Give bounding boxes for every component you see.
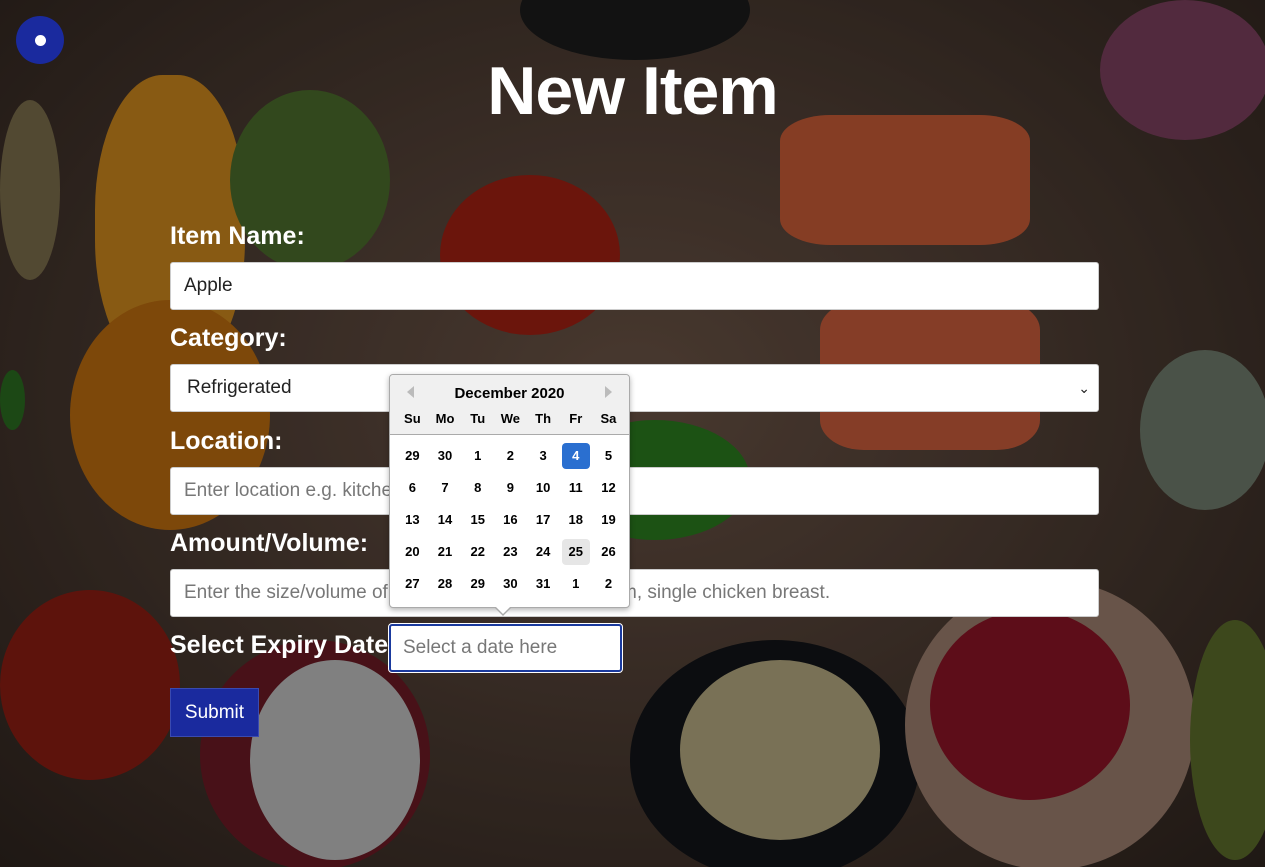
weekday-row: Su Mo Tu We Th Fr Sa xyxy=(396,411,625,426)
calendar-day[interactable]: 7 xyxy=(431,475,459,501)
calendar-day[interactable]: 28 xyxy=(431,571,459,597)
datepicker-day-grid: 29 30 1 2 3 4 5 6 7 8 9 10 11 12 13 14 15 16 17 18 19 20 21 22 2… xyxy=(396,443,625,603)
calendar-day[interactable]: 1 xyxy=(464,443,492,469)
item-name-input[interactable]: Apple xyxy=(170,262,1099,310)
location-label: Location: xyxy=(170,427,283,455)
calendar-day[interactable]: 23 xyxy=(496,539,524,565)
submit-button[interactable]: Submit xyxy=(170,688,259,737)
calendar-day[interactable]: 30 xyxy=(431,443,459,469)
datepicker-month-label: December 2020 xyxy=(454,385,565,402)
location-placeholder: Enter location e.g. kitche xyxy=(184,480,393,501)
calendar-day[interactable]: 26 xyxy=(594,539,622,565)
weekday-label: We xyxy=(500,411,521,426)
calendar-day[interactable]: 24 xyxy=(529,539,557,565)
calendar-day[interactable]: 9 xyxy=(496,475,524,501)
amount-input[interactable]: Enter the size/volume of m, single chick… xyxy=(170,569,1099,617)
calendar-week-row: 27 28 29 30 31 1 2 xyxy=(396,571,625,603)
calendar-day[interactable]: 15 xyxy=(464,507,492,533)
calendar-day[interactable]: 16 xyxy=(496,507,524,533)
weekday-label: Fr xyxy=(569,411,583,426)
calendar-day[interactable]: 29 xyxy=(398,443,426,469)
category-label: Category: xyxy=(170,324,287,352)
calendar-day[interactable]: 12 xyxy=(594,475,622,501)
calendar-day[interactable]: 30 xyxy=(496,571,524,597)
chevron-down-icon: ⌄ xyxy=(1078,380,1090,396)
calendar-day[interactable]: 1 xyxy=(562,571,590,597)
calendar-day[interactable]: 11 xyxy=(562,475,590,501)
datepicker-popup: December 2020 Su Mo Tu We Th Fr Sa 29 30 1… xyxy=(389,374,630,616)
calendar-day[interactable]: 5 xyxy=(594,443,622,469)
calendar-day[interactable]: 8 xyxy=(464,475,492,501)
calendar-week-row: 13 14 15 16 17 18 19 xyxy=(396,507,625,539)
calendar-day[interactable]: 2 xyxy=(594,571,622,597)
category-select[interactable]: Refrigerated ⌄ xyxy=(170,364,1099,412)
calendar-week-row: 20 21 22 23 24 25 26 xyxy=(396,539,625,571)
calendar-day[interactable]: 31 xyxy=(529,571,557,597)
datepicker-pointer xyxy=(494,606,512,616)
page-title: New Item xyxy=(487,53,779,129)
amount-placeholder-left: Enter the size/volume of xyxy=(184,582,388,603)
calendar-day[interactable]: 22 xyxy=(464,539,492,565)
weekday-label: Su xyxy=(404,411,421,426)
weekday-label: Sa xyxy=(600,411,617,426)
calendar-day[interactable]: 25 xyxy=(561,539,590,565)
weekday-label: Tu xyxy=(470,411,486,426)
item-name-value: Apple xyxy=(184,275,233,296)
calendar-day[interactable]: 3 xyxy=(529,443,557,469)
calendar-day[interactable]: 10 xyxy=(529,475,557,501)
calendar-day[interactable]: 21 xyxy=(431,539,459,565)
calendar-day[interactable]: 18 xyxy=(562,507,590,533)
calendar-day[interactable]: 19 xyxy=(594,507,622,533)
expiry-date-placeholder: Select a date here xyxy=(403,637,558,658)
calendar-day[interactable]: 2 xyxy=(496,443,524,469)
calendar-day[interactable]: 6 xyxy=(398,475,426,501)
calendar-day[interactable]: 4 xyxy=(561,443,590,469)
calendar-day[interactable]: 14 xyxy=(431,507,459,533)
calendar-week-row: 6 7 8 9 10 11 12 xyxy=(396,475,625,507)
calendar-day[interactable]: 27 xyxy=(398,571,426,597)
weekday-label: Mo xyxy=(435,411,455,426)
location-input[interactable]: Enter location e.g. kitche xyxy=(170,467,1099,515)
item-name-label: Item Name: xyxy=(170,222,305,250)
weekday-label: Th xyxy=(535,411,552,426)
calendar-week-row: 29 30 1 2 3 4 5 xyxy=(396,443,625,475)
expiry-date-input[interactable]: Select a date here xyxy=(388,623,623,673)
calendar-day[interactable]: 13 xyxy=(398,507,426,533)
calendar-day[interactable]: 29 xyxy=(464,571,492,597)
calendar-day[interactable]: 17 xyxy=(529,507,557,533)
expiry-date-label: Select Expiry Date: xyxy=(170,631,397,659)
chevron-right-icon[interactable] xyxy=(605,386,612,398)
menu-dot-icon xyxy=(34,34,46,46)
calendar-day[interactable]: 20 xyxy=(398,539,426,565)
datepicker-header: December 2020 Su Mo Tu We Th Fr Sa xyxy=(390,375,629,435)
amount-placeholder-right: m, single chicken breast. xyxy=(621,582,831,603)
amount-label: Amount/Volume: xyxy=(170,529,369,557)
category-value: Refrigerated xyxy=(187,377,292,398)
